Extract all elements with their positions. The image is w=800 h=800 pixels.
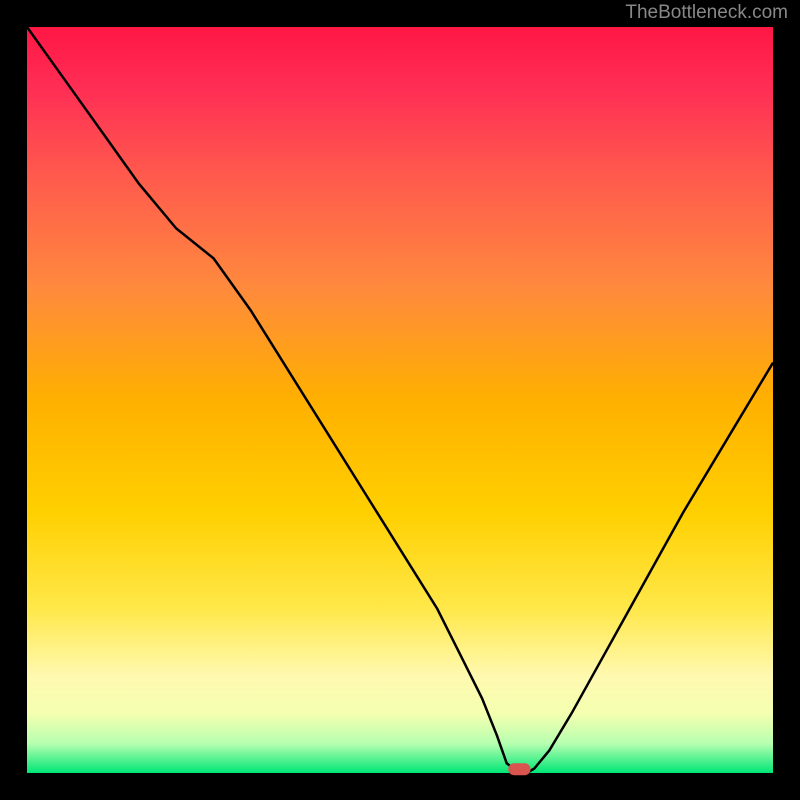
watermark-text: TheBottleneck.com: [625, 2, 788, 24]
optimum-marker: [508, 763, 530, 775]
plot-area: [27, 27, 773, 773]
chart-svg: [0, 0, 800, 800]
